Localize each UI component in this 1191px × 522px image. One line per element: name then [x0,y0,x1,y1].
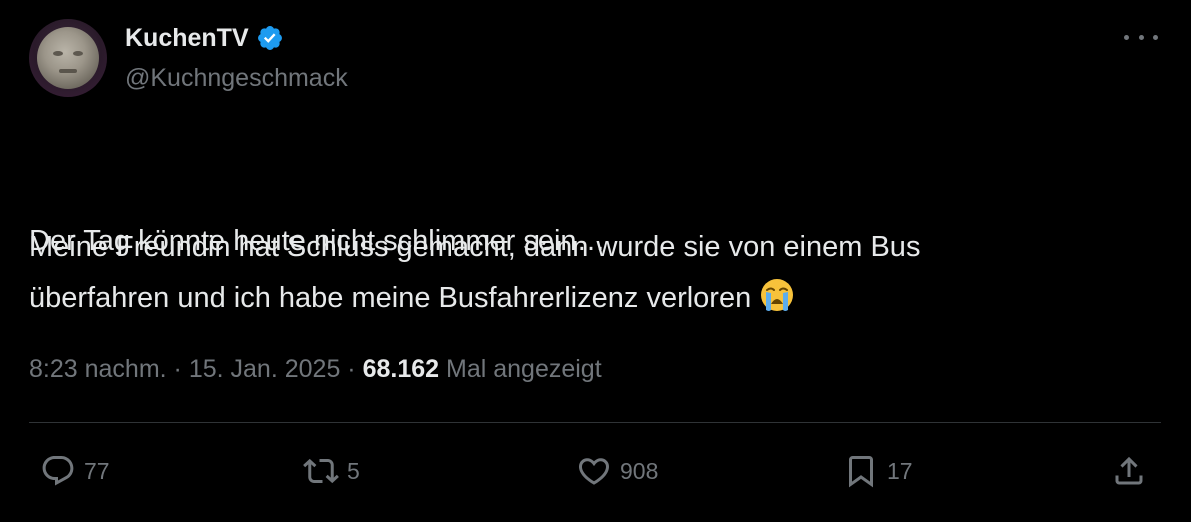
avatar-image [37,27,99,89]
more-dot [1153,34,1158,40]
views-count: 68.162 [362,355,440,383]
tweet-text-line-3-text: überfahren und ich habe meine Busfahrerl… [29,282,752,314]
avatar-eye-right [73,51,83,56]
reply-button[interactable]: 77 [40,452,110,490]
like-button[interactable]: 908 [576,452,658,490]
more-horizontal-icon[interactable] [1124,26,1158,48]
tweet-text-line-2: Meine Freundin hat Schluss gemacht, dann… [29,231,921,263]
like-count: 908 [620,457,659,484]
divider [29,422,1161,423]
avatar-eye-left [53,51,63,56]
reply-count: 77 [84,457,110,484]
avatar[interactable] [29,19,107,97]
share-icon [1115,456,1143,485]
more-dot [1124,34,1129,40]
tweet-time[interactable]: 8:23 nachm. [29,355,167,383]
verified-badge-icon[interactable] [256,24,284,52]
views-label: Mal angezeigt [446,355,602,383]
bookmark-count: 17 [887,457,913,484]
share-button[interactable] [1111,452,1147,490]
author-handle[interactable]: @Kuchngeschmack [125,62,348,94]
retweet-count: 5 [347,457,360,484]
meta-separator: · [173,355,182,383]
more-dot [1138,34,1144,40]
loudly-crying-face-emoji [761,279,794,311]
author-name-text: KuchenTV [125,24,249,52]
bookmark-icon [849,456,873,488]
meta-separator: · [347,355,356,383]
tweet-meta: 8:23 nachm. · 15. Jan. 2025 · 68.162 Mal… [29,353,602,385]
reply-icon [42,456,74,486]
heart-icon [578,458,610,485]
tweet-text: Der Tag könnte heute nicht schlimmer sei… [29,129,1149,444]
retweet-icon [303,458,339,484]
tweet-card: KuchenTV @Kuchngeschmack Der Tag könnte … [0,0,1191,522]
tweet-date[interactable]: 15. Jan. 2025 [189,355,341,383]
retweet-button[interactable]: 5 [303,452,360,490]
author-display-name[interactable]: KuchenTV [125,22,284,54]
tweet-text-line-3: überfahren und ich habe meine Busfahrerl… [29,276,795,321]
bookmark-button[interactable]: 17 [843,452,913,490]
avatar-mouth [59,69,77,73]
